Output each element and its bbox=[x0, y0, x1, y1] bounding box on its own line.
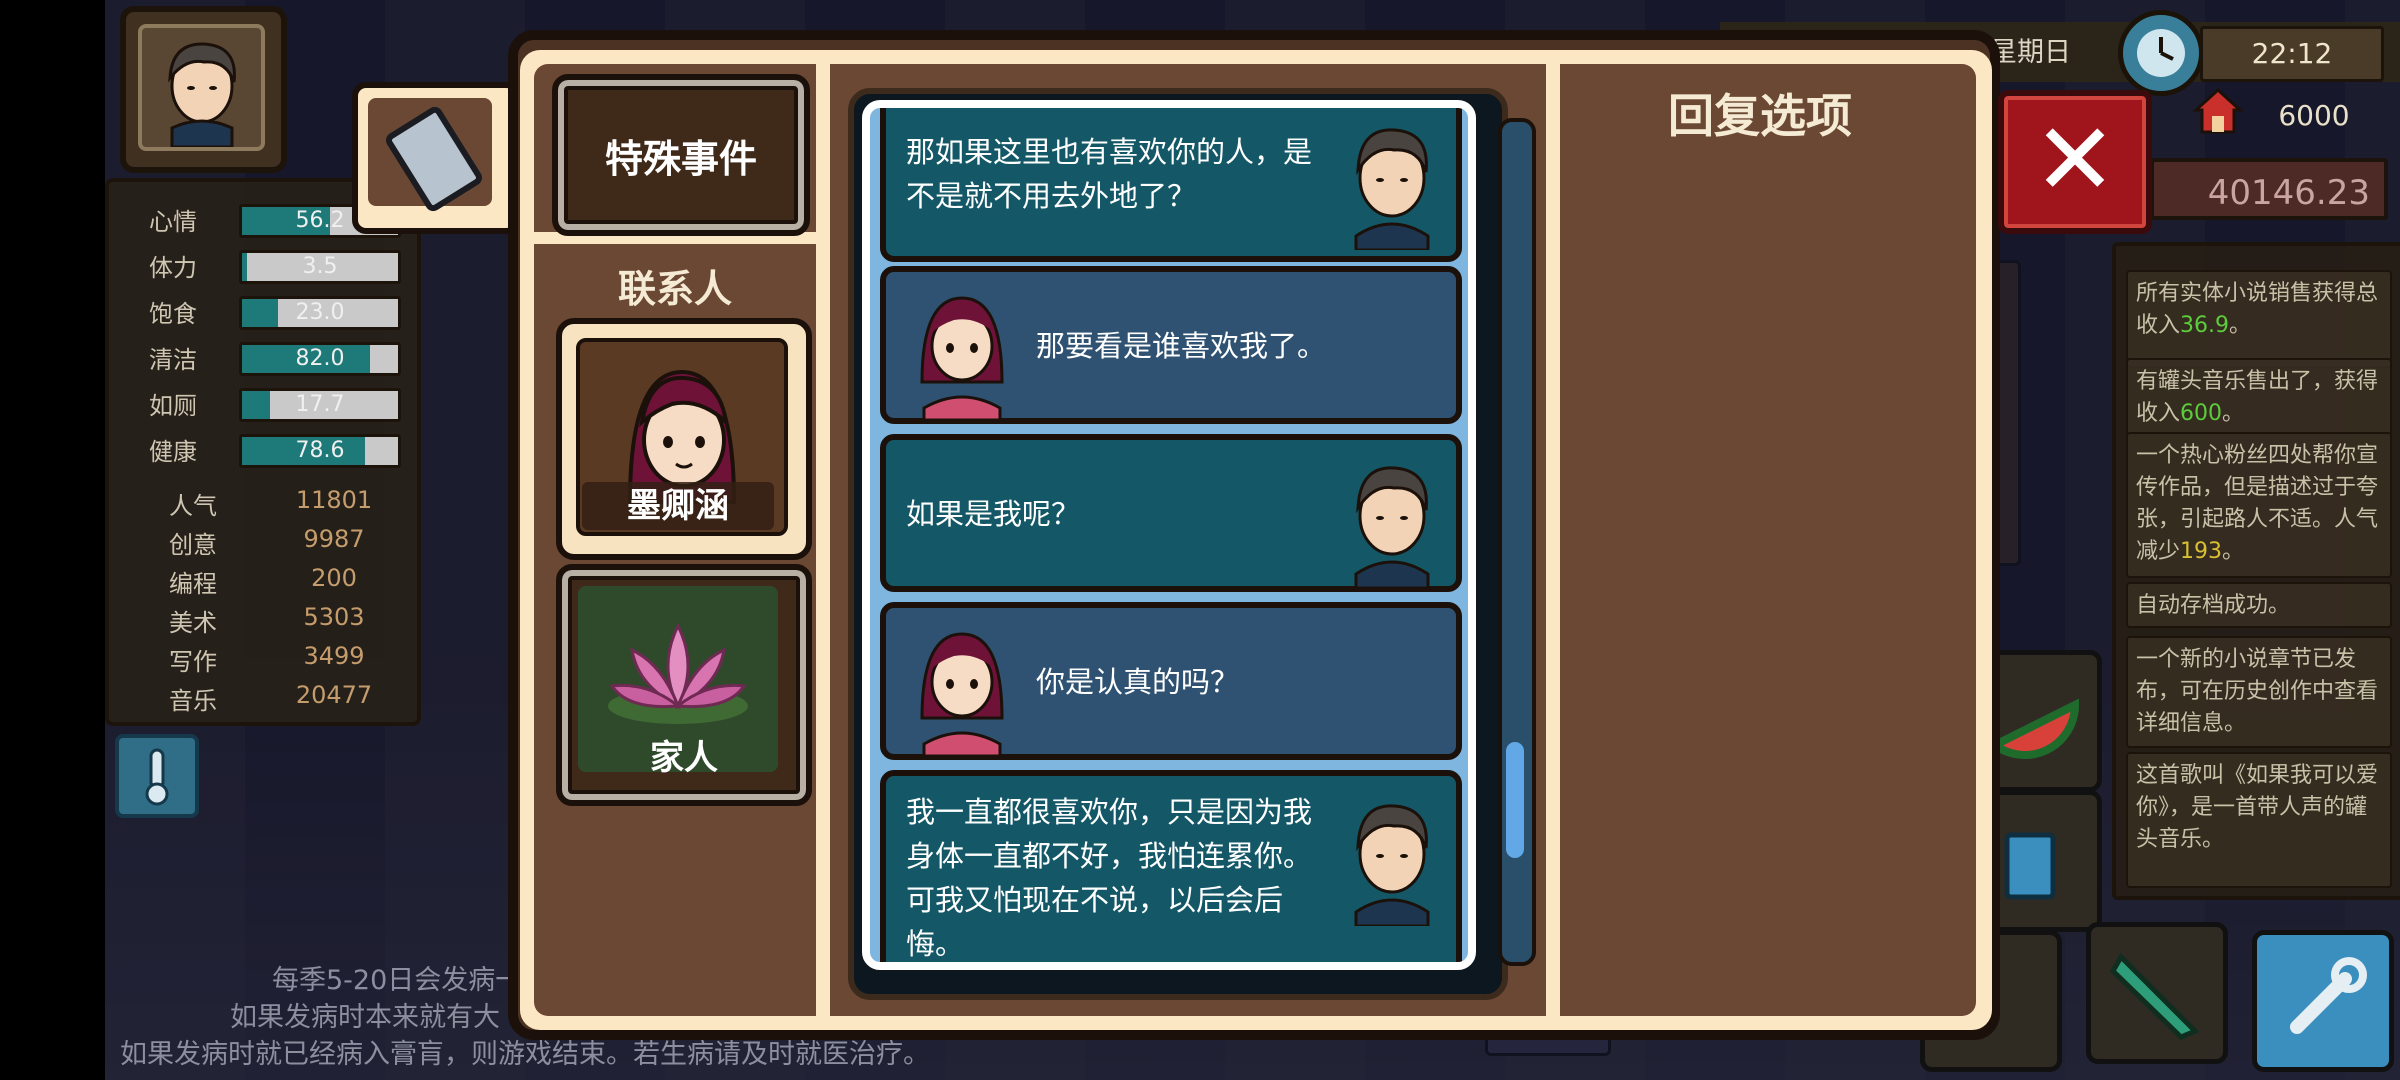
player-portrait[interactable] bbox=[120, 6, 287, 173]
log-item: 有罐头音乐售出了，获得收入600。 bbox=[2126, 358, 2392, 436]
contact-chat-avatar bbox=[902, 618, 1020, 758]
pencil-button[interactable] bbox=[2086, 922, 2228, 1064]
player-chat-avatar bbox=[1332, 112, 1450, 252]
message-text: 那要看是谁喜欢我了。 bbox=[1036, 329, 1327, 363]
message-text: 如果是我呢？ bbox=[906, 497, 1081, 531]
chat-message-sent: 那如果这里也有喜欢你的人，是不是就不用去外地了？ bbox=[880, 108, 1462, 262]
contact-item-family[interactable]: 家人 bbox=[556, 564, 812, 806]
phone-tab[interactable] bbox=[352, 82, 520, 234]
special-events-button[interactable]: 特殊事件 bbox=[552, 74, 810, 236]
message-text: 你是认真的吗？ bbox=[1036, 665, 1240, 699]
stat-bar: 17.7 bbox=[239, 388, 401, 422]
log-item: 一个热心粉丝四处帮你宣传作品，但是描述过于夸张，引起路人不适。人气减少193。 bbox=[2126, 432, 2392, 578]
stat-bar: 3.5 bbox=[239, 250, 401, 284]
house-icon bbox=[2190, 82, 2246, 138]
chat-message-sent: 我一直都很喜欢你，只是因为我身体一直都不好，我怕连累你。可我又怕现在不说，以后会… bbox=[880, 770, 1462, 962]
chat-scrollbar[interactable] bbox=[1498, 118, 1536, 966]
chat-message-received: 那要看是谁喜欢我了。 bbox=[880, 266, 1462, 424]
message-text: 那如果这里也有喜欢你的人，是不是就不用去外地了？ bbox=[906, 135, 1313, 213]
attr-value: 5303 bbox=[303, 603, 365, 631]
rent-value: 6000 bbox=[2278, 99, 2350, 132]
weekday-label: 星期日 bbox=[1990, 37, 2071, 68]
contacts-title: 联系人 bbox=[617, 267, 732, 311]
stat-toilet: 如厕 17.7 bbox=[109, 384, 409, 422]
balance-display: 40146.23 bbox=[2150, 158, 2388, 220]
chat-window[interactable]: 那如果这里也有喜欢你的人，是不是就不用去外地了？ 那要看是谁喜欢我了。 如果是我… bbox=[862, 100, 1476, 970]
time-display: 22:12 bbox=[2200, 26, 2384, 82]
attr-label: 音乐 bbox=[169, 687, 217, 715]
attr-music: 音乐 20477 bbox=[109, 679, 409, 715]
stat-bar: 82.0 bbox=[239, 342, 401, 376]
attr-value: 11801 bbox=[295, 486, 373, 514]
message-text: 我一直都很喜欢你，只是因为我身体一直都不好，我怕连累你。可我又怕现在不说，以后会… bbox=[906, 795, 1313, 961]
attr-label: 编程 bbox=[169, 570, 217, 598]
stats-panel: 心情 56.2 体力 3.5 饱食 23.0 清洁 82.0 如厕 17.7 健… bbox=[105, 178, 421, 726]
stat-satiety: 饱食 23.0 bbox=[109, 292, 409, 330]
attr-value: 3499 bbox=[303, 642, 365, 670]
stat-label: 清洁 bbox=[149, 346, 197, 374]
contact-name: 家人 bbox=[650, 738, 718, 778]
attr-creativity: 创意 9987 bbox=[109, 523, 409, 559]
scrollbar-thumb[interactable] bbox=[1506, 742, 1524, 858]
attr-label: 人气 bbox=[169, 492, 217, 520]
attr-value: 20477 bbox=[295, 681, 373, 709]
log-item: 自动存档成功。 bbox=[2126, 582, 2392, 628]
event-log-panel: 所有实体小说销售获得总收入36.9。 有罐头音乐售出了，获得收入600。 一个热… bbox=[2112, 242, 2400, 900]
thermometer-icon[interactable] bbox=[115, 734, 199, 818]
chat-message-received: 你是认真的吗？ bbox=[880, 602, 1462, 760]
stat-label: 体力 bbox=[149, 254, 197, 282]
close-icon: ✕ bbox=[2033, 101, 2117, 218]
stat-stamina: 体力 3.5 bbox=[109, 246, 409, 284]
stat-value: 78.6 bbox=[295, 438, 345, 463]
stat-value: 17.7 bbox=[295, 392, 345, 417]
stat-label: 饱食 bbox=[149, 300, 197, 328]
stat-cleanliness: 清洁 82.0 bbox=[109, 338, 409, 376]
close-button[interactable]: ✕ bbox=[1998, 90, 2152, 234]
contact-chat-avatar bbox=[902, 282, 1020, 422]
chat-message-sent: 如果是我呢？ bbox=[880, 434, 1462, 592]
attr-programming: 编程 200 bbox=[109, 562, 409, 598]
player-chat-avatar bbox=[1332, 788, 1450, 928]
notice-line: 如果发病时本来就有大 bbox=[230, 1002, 500, 1033]
attr-value: 200 bbox=[311, 564, 357, 592]
player-avatar bbox=[138, 24, 265, 151]
attr-writing: 写作 3499 bbox=[109, 640, 409, 676]
reply-options-title: 回复选项 bbox=[1668, 89, 1852, 143]
phone-icon bbox=[383, 103, 485, 215]
attr-label: 美术 bbox=[169, 609, 217, 637]
special-events-label: 特殊事件 bbox=[604, 137, 757, 181]
stat-label: 如厕 bbox=[149, 392, 197, 420]
log-item: 一个新的小说章节已发布，可在历史创作中查看详细信息。 bbox=[2126, 636, 2392, 748]
column-divider bbox=[1546, 64, 1560, 1016]
attr-label: 创意 bbox=[169, 531, 217, 559]
phone-tab-inner bbox=[368, 98, 492, 215]
stat-label: 健康 bbox=[149, 438, 197, 466]
stat-bar: 78.6 bbox=[239, 434, 401, 468]
notice-line: 每季5-20日会发病一 bbox=[272, 965, 523, 996]
stat-label: 心情 bbox=[149, 208, 197, 236]
attr-art: 美术 5303 bbox=[109, 601, 409, 637]
player-chat-avatar bbox=[1332, 450, 1450, 590]
stat-health: 健康 78.6 bbox=[109, 430, 409, 468]
column-divider bbox=[816, 64, 830, 1016]
wrench-button[interactable] bbox=[2252, 930, 2394, 1072]
contact-item-moqinghan[interactable]: 墨卿涵 bbox=[556, 318, 812, 560]
attr-label: 写作 bbox=[169, 648, 217, 676]
attr-popularity: 人气 11801 bbox=[109, 484, 409, 520]
contact-name: 墨卿涵 bbox=[582, 482, 774, 530]
stat-bar: 23.0 bbox=[239, 296, 401, 330]
log-item: 这首歌叫《如果我可以爱你》，是一首带人声的罐头音乐。 bbox=[2126, 752, 2392, 888]
stat-value: 23.0 bbox=[295, 300, 345, 325]
stat-value: 82.0 bbox=[295, 346, 345, 371]
attr-value: 9987 bbox=[303, 525, 365, 553]
stat-value: 3.5 bbox=[302, 254, 338, 279]
log-item: 所有实体小说销售获得总收入36.9。 bbox=[2126, 270, 2392, 368]
